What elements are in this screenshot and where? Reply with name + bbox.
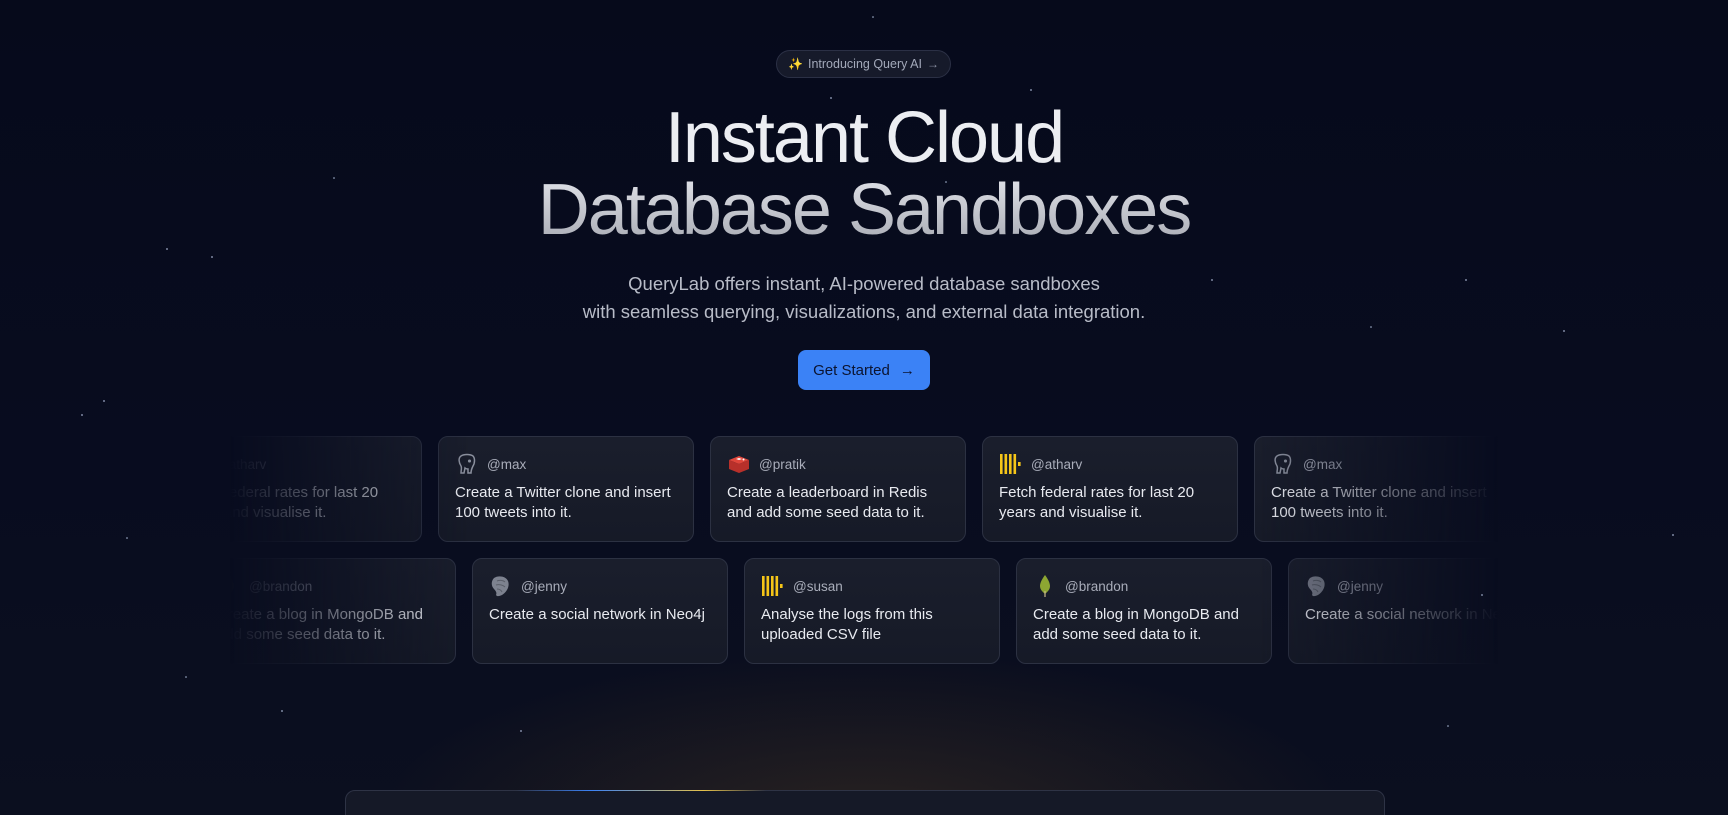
card-username: @atharv [215, 456, 267, 472]
prompt-card[interactable]: @jenny Create a social network in Neo4j [472, 558, 728, 664]
card-username: @brandon [1065, 578, 1129, 594]
card-prompt-text: Create a blog in MongoDB and add some se… [1033, 606, 1239, 643]
mongodb-icon [1033, 574, 1057, 598]
card-username: @brandon [249, 578, 313, 594]
prompt-card[interactable]: @atharv Fetch federal rates for last 20 … [982, 436, 1238, 542]
prompt-card[interactable]: @pratik Create a leaderboard in Redis an… [710, 436, 966, 542]
card-prompt-text: Create a blog in MongoDB and add some se… [217, 606, 423, 643]
card-prompt-text: Create a social network in Neo4j [489, 606, 705, 623]
panel-top-glow [516, 790, 766, 791]
card-prompt-text: Analyse the logs from this uploaded CSV … [761, 606, 933, 643]
clickhouse-icon [761, 574, 785, 598]
redis-icon [727, 452, 751, 476]
card-prompt-text: Create a Twitter clone and insert 100 tw… [455, 484, 671, 521]
card-username: @max [487, 456, 527, 472]
card-prompt-text: Create a Twitter clone and insert 100 tw… [1271, 484, 1487, 521]
card-username: @susan [793, 578, 843, 594]
card-prompt-text: Fetch federal rates for last 20 years an… [183, 484, 379, 521]
prompt-marquee: @atharv Fetch federal rates for last 20 … [0, 0, 1728, 815]
prompt-card[interactable]: @brandon Create a blog in MongoDB and ad… [200, 558, 456, 664]
postgres-icon [1271, 452, 1295, 476]
card-username: @atharv [1031, 456, 1083, 472]
neo4j-icon [1305, 574, 1329, 598]
card-username: @max [1303, 456, 1343, 472]
prompt-card[interactable]: @max Create a Twitter clone and insert 1… [438, 436, 694, 542]
card-prompt-text: Create a social network in Neo4j [1305, 606, 1521, 623]
mongodb-icon [217, 574, 241, 598]
prompt-card[interactable]: @susan Analyse the logs from this upload… [744, 558, 1000, 664]
prompt-card[interactable]: @max Create a Twitter clone and insert 1… [1254, 436, 1510, 542]
card-prompt-text: Create a leaderboard in Redis and add so… [727, 484, 928, 521]
clickhouse-icon [183, 452, 207, 476]
card-username: @jenny [1337, 578, 1383, 594]
clickhouse-icon [999, 452, 1023, 476]
postgres-icon [455, 452, 479, 476]
card-username: @pratik [759, 456, 806, 472]
product-preview-panel [345, 790, 1385, 815]
card-prompt-text: Fetch federal rates for last 20 years an… [999, 484, 1195, 521]
neo4j-icon [489, 574, 513, 598]
prompt-card[interactable]: @jenny Create a social network in Neo4j [1288, 558, 1544, 664]
card-username: @jenny [521, 578, 567, 594]
landing-hero: ✨ Introducing Query AI → Instant Cloud D… [0, 0, 1728, 815]
prompt-card[interactable]: @atharv Fetch federal rates for last 20 … [166, 436, 422, 542]
prompt-card[interactable]: @brandon Create a blog in MongoDB and ad… [1016, 558, 1272, 664]
